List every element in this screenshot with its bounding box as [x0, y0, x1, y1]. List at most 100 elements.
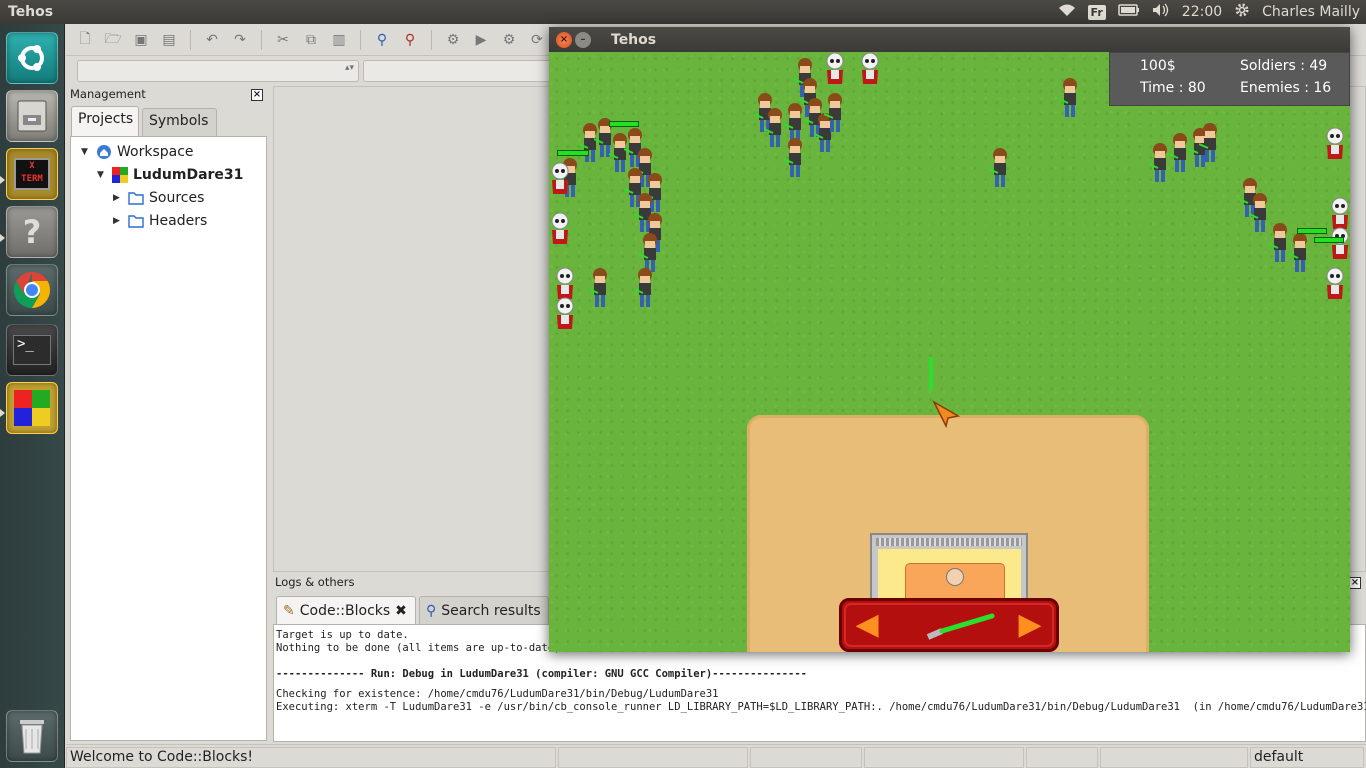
help-button[interactable]: ?: [6, 206, 58, 258]
health-bar: [1297, 228, 1327, 234]
status-mode: default: [1250, 747, 1364, 768]
tree-item-sources[interactable]: ▶ Sources: [113, 187, 204, 209]
code-blocks-button[interactable]: [6, 382, 58, 434]
selector-right-button[interactable]: ▶: [1013, 609, 1047, 643]
tree-item-headers[interactable]: ▶ Headers: [113, 210, 207, 232]
keyboard-layout-indicator[interactable]: Fr: [1087, 4, 1106, 20]
question-icon: ?: [22, 213, 42, 251]
target-combo[interactable]: ▴▾: [77, 60, 359, 82]
build-gear-icon[interactable]: ⚙: [442, 29, 464, 51]
soldier-sprite: [1248, 192, 1271, 238]
close-icon[interactable]: ×: [251, 89, 263, 101]
health-bar: [1314, 237, 1344, 243]
soldier-sprite: [763, 107, 786, 153]
expander-right-icon[interactable]: ▶: [113, 193, 123, 203]
tab-projects[interactable]: Projects: [71, 106, 139, 137]
paste-icon[interactable]: ▥: [328, 29, 350, 51]
soldier-sprite: [633, 267, 656, 313]
workspace-icon: [97, 145, 111, 159]
tab-search-results[interactable]: ⚲ Search results: [419, 596, 549, 624]
laser-beam: [929, 357, 933, 391]
health-bar: [557, 150, 589, 156]
new-file-icon[interactable]: 🗋: [74, 29, 96, 51]
soldier-sprite: [1058, 77, 1081, 123]
skeleton-enemy-sprite: [1324, 267, 1346, 305]
soldier-sprite: [1268, 222, 1291, 268]
game-window-title: Tehos: [611, 31, 657, 48]
volume-icon[interactable]: [1152, 3, 1170, 21]
search-icon[interactable]: ⚲: [371, 29, 393, 51]
soldier-sprite: [1148, 142, 1171, 188]
tree-item-workspace[interactable]: ▼ Workspace: [81, 141, 194, 163]
game-canvas[interactable]: ◀ ▶ 100$ Time : 80 Soldiers : 49 Enemies…: [549, 52, 1350, 652]
gear-icon[interactable]: [1234, 2, 1250, 22]
system-tray: Fr 22:00 Charles Mailly: [1058, 2, 1366, 22]
document-icon: ✎: [283, 602, 295, 619]
management-panel: Management × Projects Symbols ▼ Workspac…: [68, 86, 268, 742]
combo-arrow-icon: ▴▾: [344, 63, 354, 73]
ubuntu-logo-icon: [18, 45, 44, 71]
tab-label: Code::Blocks: [299, 602, 391, 619]
ubuntu-home-button[interactable]: [6, 32, 58, 84]
running-indicator: [0, 176, 5, 184]
wifi-icon[interactable]: [1058, 3, 1076, 21]
soldier-sprite: [783, 137, 806, 183]
copy-icon[interactable]: ⧉: [300, 29, 322, 51]
open-folder-icon[interactable]: 🗁: [102, 29, 124, 51]
trash-button[interactable]: [6, 710, 58, 762]
folder-icon: [128, 215, 144, 228]
selector-left-button[interactable]: ◀: [850, 609, 884, 643]
save-icon[interactable]: ▣: [130, 29, 152, 51]
save-all-icon[interactable]: ▤: [158, 29, 180, 51]
project-icon: [112, 167, 128, 183]
status-message: Welcome to Code::Blocks!: [66, 747, 556, 768]
folder-icon: [128, 192, 144, 205]
skeleton-enemy-sprite: [1329, 227, 1350, 265]
terminal-button[interactable]: >_: [6, 324, 58, 376]
active-app-title: Tehos: [8, 4, 54, 20]
game-window: × – Tehos ◀ ▶ 100$ Time: 80 Soldiers: …: [549, 27, 1350, 652]
run-icon[interactable]: ▶: [470, 29, 492, 51]
tree-label: Workspace: [117, 144, 194, 160]
user-name[interactable]: Charles Mailly: [1262, 4, 1360, 20]
tab-codeblocks-log[interactable]: ✎ Code::Blocks ✖: [276, 596, 416, 624]
battery-icon[interactable]: [1118, 4, 1140, 20]
soldier-sprite: [1198, 122, 1221, 168]
skeleton-enemy-sprite: [1324, 127, 1346, 165]
status-cell: [864, 747, 1024, 768]
window-minimize-button[interactable]: –: [575, 31, 591, 48]
status-cell: [558, 747, 748, 768]
unit-selector: ◀ ▶: [839, 598, 1059, 652]
cut-icon[interactable]: ✂: [272, 29, 294, 51]
symbol-combo[interactable]: [363, 60, 553, 82]
clock[interactable]: 22:00: [1182, 4, 1222, 20]
separator: [431, 29, 432, 50]
tree-item-project[interactable]: ▼ LudumDare31: [97, 164, 243, 186]
rebuild-icon[interactable]: ⟳: [526, 29, 548, 51]
redo-icon[interactable]: ↷: [229, 29, 251, 51]
soldier-sprite: [1288, 232, 1311, 278]
cursor-arrow-icon: [932, 400, 960, 428]
tab-symbols[interactable]: Symbols: [142, 108, 217, 136]
xterm-button[interactable]: X TERM: [6, 148, 58, 200]
chrome-button[interactable]: [6, 264, 58, 316]
running-indicator: [0, 409, 5, 417]
tab-close-icon[interactable]: ✖: [395, 603, 407, 619]
close-icon[interactable]: ×: [1349, 577, 1361, 589]
window-close-button[interactable]: ×: [556, 31, 572, 48]
build-run-icon[interactable]: ⚙: [498, 29, 520, 51]
expander-down-icon[interactable]: ▼: [81, 147, 91, 157]
soldier-sprite: [988, 147, 1011, 193]
soldier-sprite: [823, 92, 846, 138]
expander-down-icon[interactable]: ▼: [97, 170, 107, 180]
money-counter: 100$: [1140, 58, 1176, 74]
file-manager-button[interactable]: [6, 90, 58, 142]
game-window-titlebar: × – Tehos: [549, 27, 1350, 52]
tab-label: Search results: [441, 602, 541, 619]
skeleton-enemy-sprite: [549, 162, 571, 200]
undo-icon[interactable]: ↶: [201, 29, 223, 51]
expander-right-icon[interactable]: ▶: [113, 216, 123, 226]
replace-icon[interactable]: ⚲: [399, 29, 421, 51]
